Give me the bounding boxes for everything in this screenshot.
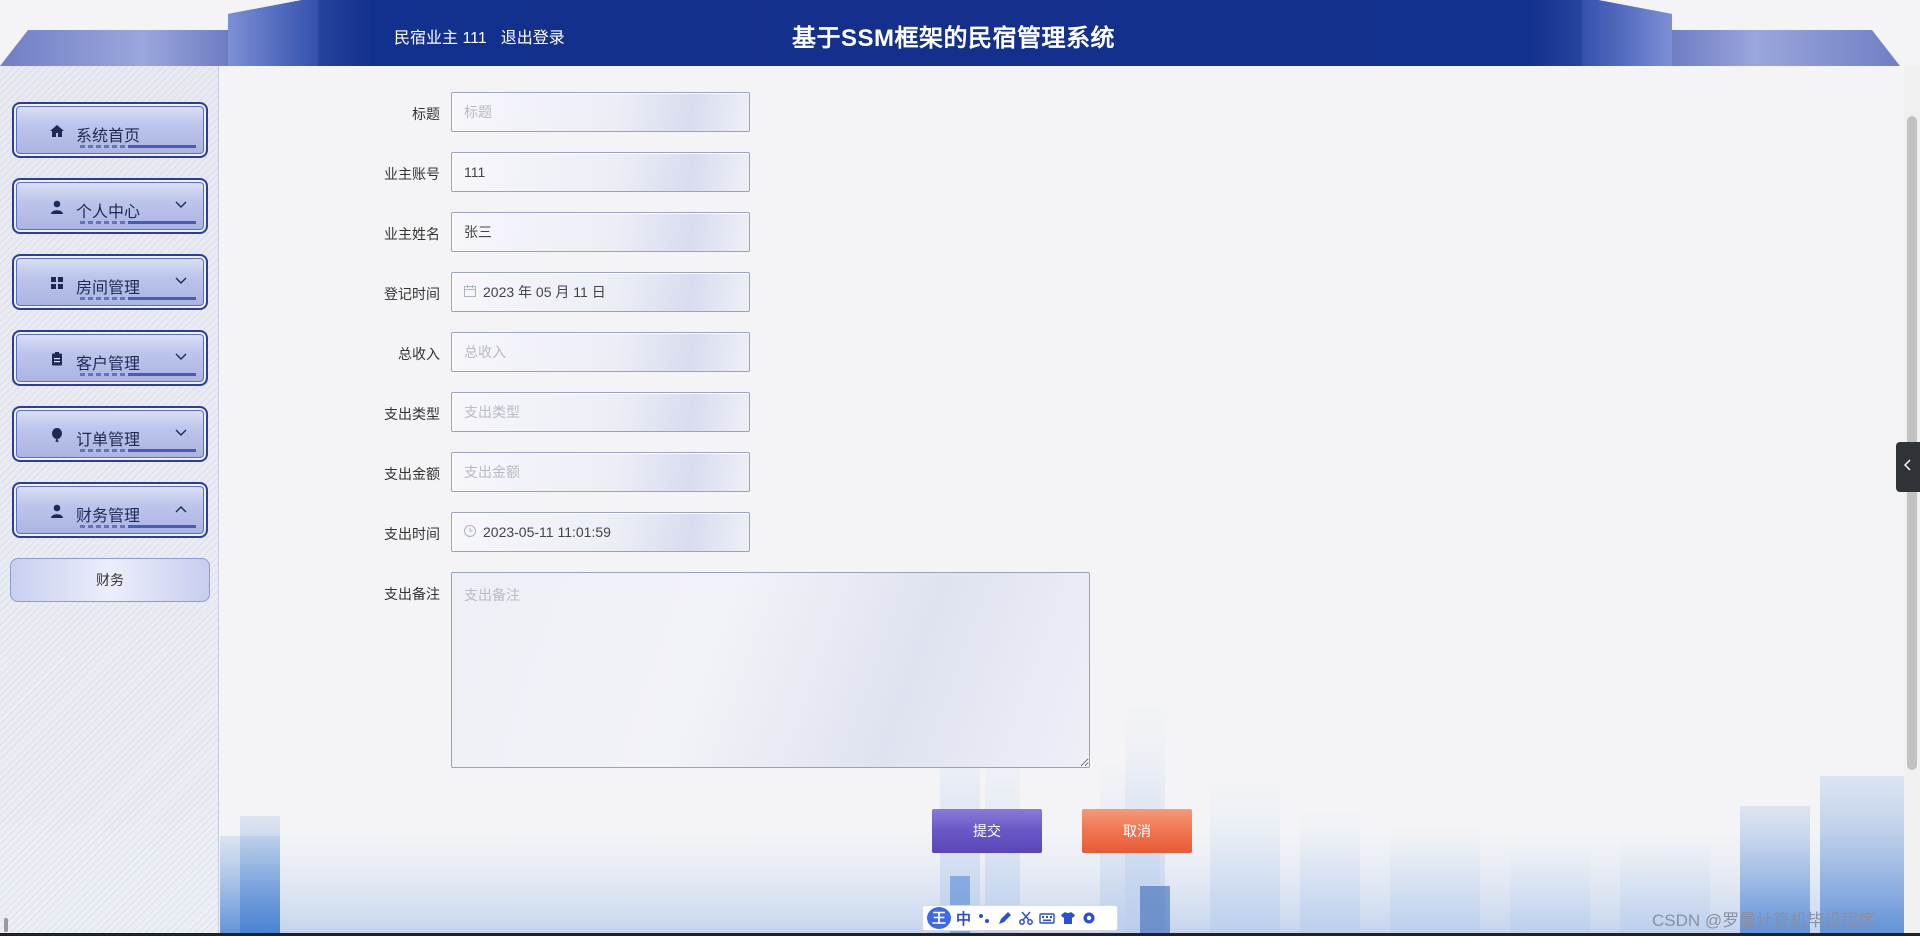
expense-amount-input[interactable] [451,452,750,492]
field-label: 支出类型 [384,406,440,422]
sidebar: 系统首页 个人中心 房间管理 客户管理 订单管理 财务管理 财务 [0,66,219,936]
keyboard-icon[interactable] [1039,910,1055,926]
user-info: 民宿业主 111 退出登录 [394,24,565,48]
form-row-title: 标题 [220,92,1120,132]
header-band-edge-left [228,0,318,66]
top-header: 民宿业主 111 退出登录 基于SSM框架的民宿管理系统 [0,0,1920,66]
form-row-register-date: 登记时间 [220,272,1120,312]
ime-logo[interactable]: 王 [927,907,951,929]
skin-icon[interactable] [1060,910,1076,926]
field-label: 支出备注 [384,586,440,602]
sidebar-subitem-finance[interactable]: 财务 [10,558,210,602]
user-icon [48,198,66,216]
form-row-expense-time: 支出时间 [220,512,1120,552]
sidebar-item-label: 个人中心 [76,204,141,221]
home-icon [48,122,66,140]
field-label: 支出金额 [384,466,440,482]
sidebar-item-label: 订单管理 [76,432,141,449]
chevron-down-icon [174,198,188,212]
owner-account-input[interactable] [451,152,750,192]
chevron-down-icon [174,274,188,288]
balloon-icon [48,426,66,444]
form-row-owner-account: 业主账号 [220,152,1120,192]
grid-icon [48,274,66,292]
sidebar-item-customers[interactable]: 客户管理 [12,330,208,386]
expense-note-textarea[interactable] [451,572,1090,768]
form-row-expense-note: 支出备注 [220,572,1120,772]
field-label: 业主账号 [384,166,440,182]
sidebar-item-label: 系统首页 [76,128,141,145]
sidebar-item-label: 客户管理 [76,356,141,373]
header-right-wing [1660,30,1900,66]
cancel-button[interactable]: 取消 [1082,809,1192,853]
menu-decoration [80,145,196,148]
ime-toolbar: 王 中 [922,905,1118,931]
menu-decoration [80,373,196,376]
watermark-text: CSDN @罗曼计算机毕设程序 [1652,911,1876,930]
header-left-wing [0,30,240,66]
user-label: 民宿业主 111 [394,30,487,47]
menu-decoration [80,449,196,452]
field-label: 登记时间 [384,286,440,302]
side-panel-toggle[interactable] [1896,442,1920,492]
sidebar-item-home[interactable]: 系统首页 [12,102,208,158]
title-input[interactable] [451,92,750,132]
punctuation-icon[interactable] [976,910,992,926]
expense-type-input[interactable] [451,392,750,432]
app-title: 基于SSM框架的民宿管理系统 [792,25,1116,52]
gear-icon[interactable] [1081,910,1097,926]
menu-decoration [80,525,196,528]
field-label: 支出时间 [384,526,440,542]
menu-decoration [80,221,196,224]
form-row-expense-amount: 支出金额 [220,452,1120,492]
chevron-left-icon [1903,458,1913,476]
sidebar-item-label: 房间管理 [76,280,141,297]
pen-icon[interactable] [997,910,1013,926]
register-date-input[interactable] [451,272,750,312]
form-row-owner-name: 业主姓名 [220,212,1120,252]
chevron-up-icon [174,502,188,516]
total-income-input[interactable] [451,332,750,372]
chevron-down-icon [174,426,188,440]
field-label: 业主姓名 [384,226,440,242]
sidebar-item-finance[interactable]: 财务管理 [12,482,208,538]
form-row-expense-type: 支出类型 [220,392,1120,432]
clipboard-icon [48,350,66,368]
scissors-icon[interactable] [1018,910,1034,926]
header-band-edge-right [1582,0,1672,66]
user-icon [48,502,66,520]
sidebar-item-rooms[interactable]: 房间管理 [12,254,208,310]
expense-time-input[interactable] [451,512,750,552]
field-label: 总收入 [398,346,440,362]
ime-language-toggle[interactable]: 中 [956,908,971,929]
main-content: 标题 业主账号 业主姓名 登记时间 总收入 支出类型 支出金额 支出时间 支 [220,66,1904,936]
sidebar-item-profile[interactable]: 个人中心 [12,178,208,234]
menu-decoration [80,297,196,300]
form-row-total-income: 总收入 [220,332,1120,372]
resize-grip [4,918,8,932]
owner-name-input[interactable] [451,212,750,252]
sidebar-item-orders[interactable]: 订单管理 [12,406,208,462]
submit-button[interactable]: 提交 [932,809,1042,853]
sidebar-item-label: 财务管理 [76,508,141,525]
chevron-down-icon [174,350,188,364]
logout-link[interactable]: 退出登录 [501,24,565,48]
field-label: 标题 [412,106,440,122]
